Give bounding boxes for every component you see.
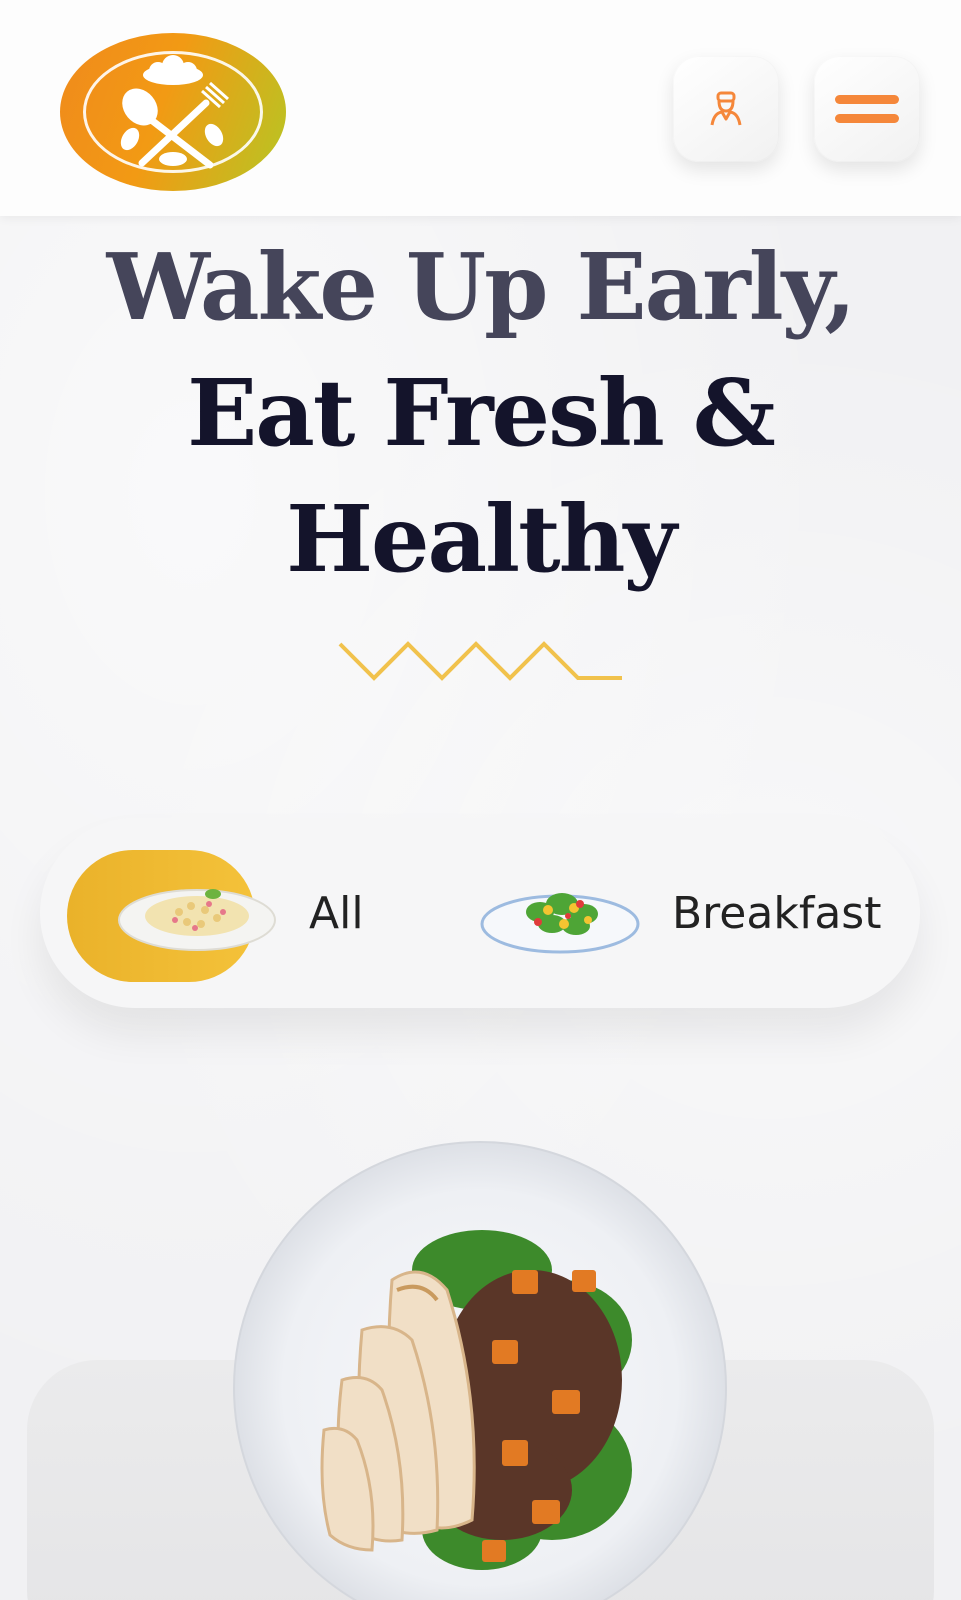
category-all[interactable]: All bbox=[67, 818, 364, 1008]
category-all-label: All bbox=[309, 887, 364, 939]
hero-title-line2: Eat Fresh & bbox=[187, 359, 776, 467]
cutlery-icon bbox=[120, 55, 229, 169]
site-header bbox=[0, 0, 961, 216]
chef-cutlery-logo[interactable] bbox=[60, 33, 286, 191]
category-breakfast-label: Breakfast bbox=[672, 887, 882, 939]
category-breakfast[interactable]: Breakfast bbox=[480, 818, 881, 1008]
zigzag-divider bbox=[338, 641, 622, 681]
hero-title: Wake Up Early, Eat Fresh & Healthy bbox=[0, 224, 961, 602]
pasta-plate-icon bbox=[118, 889, 276, 951]
category-filter-bar: All Breakfast bbox=[40, 818, 920, 1008]
chicken-quinoa-dish-image bbox=[233, 1141, 727, 1600]
salad-plate-icon bbox=[480, 893, 640, 954]
hero-title-line3: Healthy bbox=[286, 485, 677, 593]
hero-title-line1: Wake Up Early, bbox=[106, 233, 857, 341]
user-button[interactable] bbox=[673, 56, 779, 162]
hamburger-menu-icon bbox=[835, 95, 899, 123]
menu-button[interactable] bbox=[814, 56, 920, 162]
chef-user-icon bbox=[710, 91, 742, 126]
